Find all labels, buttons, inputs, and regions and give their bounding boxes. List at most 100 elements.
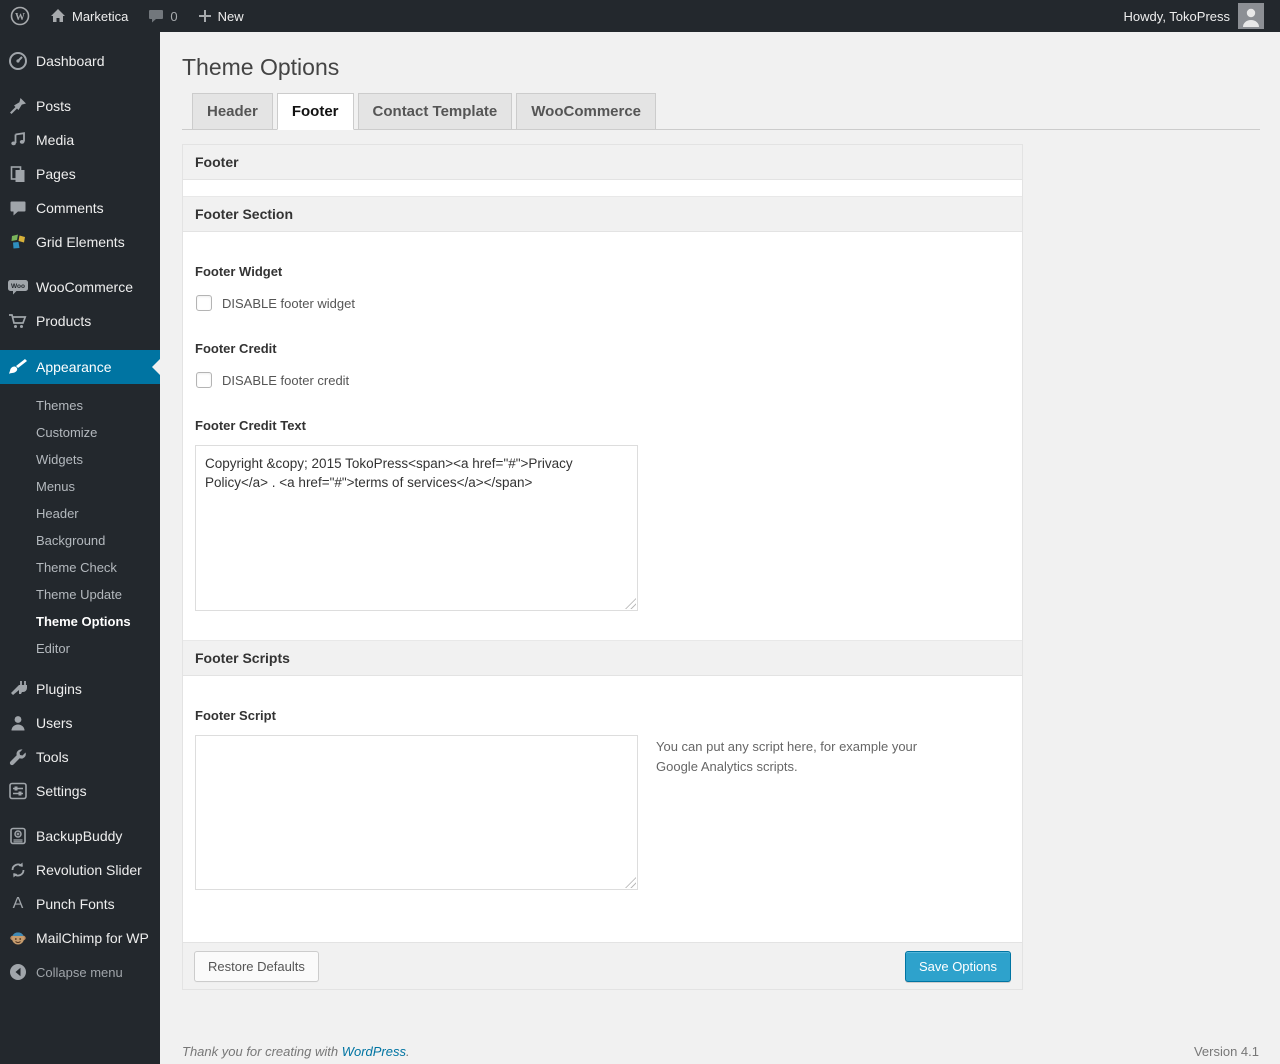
letter-a-icon: A	[12, 895, 24, 912]
comments-icon	[0, 199, 36, 217]
sidebar-item-label: Products	[36, 313, 92, 329]
media-icon	[0, 130, 36, 150]
appearance-submenu: Themes Customize Widgets Menus Header Ba…	[0, 384, 160, 672]
collapse-arrow-icon	[0, 963, 36, 981]
sidebar-item-plugins[interactable]: Plugins	[0, 672, 160, 706]
sidebar-item-woocommerce[interactable]: Woo WooCommerce	[0, 270, 160, 304]
submenu-item-theme-options[interactable]: Theme Options	[0, 608, 160, 635]
sidebar-item-label: BackupBuddy	[36, 828, 123, 844]
site-name-menu[interactable]: Marketica	[40, 0, 138, 32]
sidebar-item-settings[interactable]: Settings	[0, 774, 160, 808]
cart-icon	[0, 312, 36, 330]
submenu-item-editor[interactable]: Editor	[0, 635, 160, 662]
dashboard-icon	[0, 51, 36, 71]
sidebar-item-label: Plugins	[36, 681, 82, 697]
footer-credit-textarea[interactable]: Copyright &copy; 2015 TokoPress<span><a …	[195, 445, 638, 611]
sidebar-item-label: Media	[36, 132, 75, 148]
sidebar-item-products[interactable]: Products	[0, 304, 160, 338]
submenu-item-theme-update[interactable]: Theme Update	[0, 581, 160, 608]
main-content: Theme Options Header Footer Contact Templa…	[160, 32, 1280, 1064]
sidebar-item-label: Users	[36, 715, 73, 731]
footer-thanks-text: Thank you for creating with WordPress.	[182, 1044, 410, 1059]
page-footer: Thank you for creating with WordPress. V…	[182, 1044, 1259, 1059]
pin-icon	[0, 96, 36, 116]
footer-credit-text-label: Footer Credit Text	[195, 418, 306, 433]
collapse-menu-label: Collapse menu	[36, 964, 123, 980]
sidebar-item-label: WooCommerce	[36, 279, 133, 295]
admin-sidebar: Dashboard Posts Media Pages Comments Gri…	[0, 32, 160, 1064]
new-content-menu[interactable]: New	[188, 0, 254, 32]
restore-defaults-button[interactable]: Restore Defaults	[194, 950, 319, 982]
footer-script-label: Footer Script	[195, 708, 276, 723]
sidebar-item-appearance[interactable]: Appearance	[0, 350, 160, 384]
sidebar-item-backupbuddy[interactable]: BackupBuddy	[0, 819, 160, 853]
sidebar-item-label: Dashboard	[36, 53, 105, 69]
save-options-button[interactable]: Save Options	[904, 950, 1011, 982]
account-menu[interactable]: Howdy, TokoPress	[1116, 3, 1272, 29]
new-label: New	[217, 8, 244, 24]
submenu-item-menus[interactable]: Menus	[0, 473, 160, 500]
woocommerce-icon: Woo	[0, 278, 36, 296]
sidebar-item-tools[interactable]: Tools	[0, 740, 160, 774]
disable-footer-credit-checkbox[interactable]	[196, 372, 212, 388]
sidebar-item-grid-elements[interactable]: Grid Elements	[0, 225, 160, 259]
footer-credit-label: Footer Credit	[195, 341, 277, 356]
sidebar-item-label: Appearance	[36, 359, 112, 375]
footer-section-body: Footer Widget DISABLE footer widget Foot…	[183, 232, 1022, 640]
comments-menu[interactable]: 0	[138, 0, 187, 32]
sidebar-item-revolution-slider[interactable]: Revolution Slider	[0, 853, 160, 887]
tab-header[interactable]: Header	[192, 93, 273, 130]
panel-title-bar: Footer	[183, 145, 1022, 180]
footer-scripts-bar: Footer Scripts	[183, 640, 1022, 676]
sidebar-item-label: Grid Elements	[36, 234, 125, 250]
panel-actions-bar: Restore Defaults Save Options	[183, 942, 1022, 989]
tab-contact-template[interactable]: Contact Template	[357, 93, 513, 130]
svg-text:Woo: Woo	[11, 283, 25, 290]
disable-footer-widget-checkbox[interactable]	[196, 295, 212, 311]
wordpress-link[interactable]: WordPress	[342, 1044, 406, 1059]
appearance-brush-icon	[0, 357, 36, 377]
site-name-label: Marketica	[72, 8, 129, 24]
theme-options-panel: Footer Footer Section Footer Widget DISA…	[182, 144, 1023, 990]
sidebar-item-punch-fonts[interactable]: A Punch Fonts	[0, 887, 160, 921]
svg-text:W: W	[15, 12, 25, 23]
howdy-label: Howdy, TokoPress	[1123, 8, 1230, 24]
sidebar-item-media[interactable]: Media	[0, 123, 160, 157]
wordpress-logo-icon: W	[10, 6, 30, 26]
submenu-item-widgets[interactable]: Widgets	[0, 446, 160, 473]
settings-sliders-icon	[0, 782, 36, 800]
refresh-arrows-icon	[0, 861, 36, 879]
sidebar-item-posts[interactable]: Posts	[0, 89, 160, 123]
footer-script-help-text: You can put any script here, for example…	[656, 739, 918, 775]
mailchimp-monkey-icon	[0, 929, 36, 947]
comments-count: 0	[170, 8, 178, 24]
sidebar-item-label: Revolution Slider	[36, 862, 142, 878]
footer-scripts-body: Footer Script You can put any script her…	[183, 676, 1022, 942]
footer-credit-checkbox-row: DISABLE footer credit	[195, 372, 1010, 388]
submenu-item-header[interactable]: Header	[0, 500, 160, 527]
avatar	[1238, 3, 1264, 29]
sidebar-item-comments[interactable]: Comments	[0, 191, 160, 225]
collapse-menu-button[interactable]: Collapse menu	[0, 955, 160, 989]
wordpress-logo-menu[interactable]: W	[0, 0, 40, 32]
version-label: Version 4.1	[1193, 1044, 1259, 1059]
footer-widget-checkbox-row: DISABLE footer widget	[195, 295, 1010, 311]
sidebar-item-dashboard[interactable]: Dashboard	[0, 44, 160, 78]
sidebar-item-users[interactable]: Users	[0, 706, 160, 740]
wrench-icon	[0, 748, 36, 766]
grid-elements-icon	[0, 233, 36, 251]
submenu-item-background[interactable]: Background	[0, 527, 160, 554]
disable-footer-credit-label: DISABLE footer credit	[222, 372, 350, 388]
tab-footer[interactable]: Footer	[276, 93, 354, 130]
submenu-item-customize[interactable]: Customize	[0, 419, 160, 446]
submenu-item-themes[interactable]: Themes	[0, 392, 160, 419]
sidebar-item-mailchimp[interactable]: MailChimp for WP	[0, 921, 160, 955]
pages-icon	[0, 164, 36, 184]
footer-widget-label: Footer Widget	[195, 264, 283, 279]
user-icon	[0, 714, 36, 732]
footer-script-textarea[interactable]	[195, 735, 638, 890]
submenu-item-theme-check[interactable]: Theme Check	[0, 554, 160, 581]
tab-woocommerce[interactable]: WooCommerce	[516, 93, 657, 130]
sidebar-item-pages[interactable]: Pages	[0, 157, 160, 191]
thanks-suffix: .	[406, 1044, 410, 1059]
